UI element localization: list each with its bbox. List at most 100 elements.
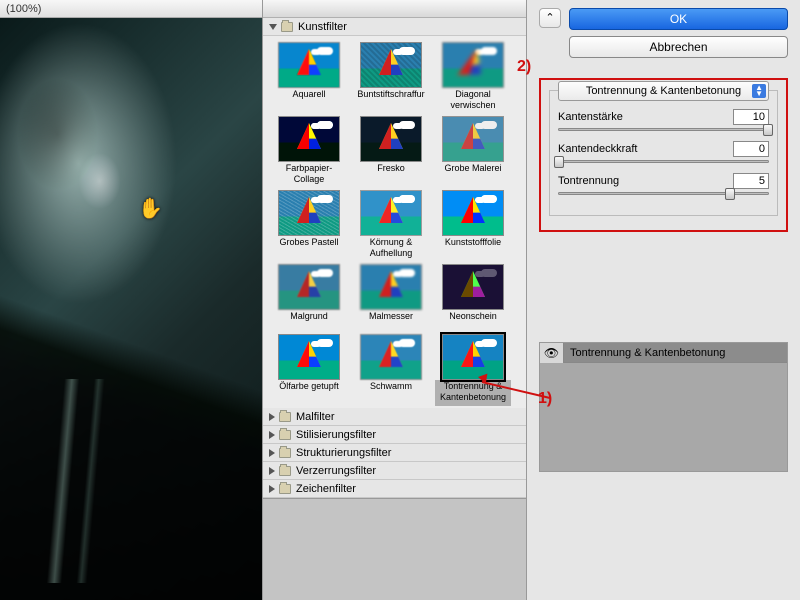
param-input-kantendeckkraft[interactable] [733,141,769,157]
filter-thumb-f-malg[interactable]: Malgrund [271,264,347,332]
thumb-label: Buntstiftschraffur [353,88,429,110]
effect-layer-name: Tontrennung & Kantenbetonung [564,343,787,362]
thumb-label: Aquarell [271,88,347,110]
thumb-image [360,264,422,310]
effect-layers-empty [540,363,787,471]
category-kunstfilter[interactable]: Kunstfilter [263,18,526,36]
thumb-label: Farbpapier-Collage [271,162,347,188]
thumb-label: Malmesser [353,310,429,332]
filter-thumb-f-bunt[interactable]: Buntstiftschraffur [353,42,429,114]
thumb-image [442,264,504,310]
thumb-label: Grobe Malerei [435,162,511,184]
thumb-label: Grobes Pastell [271,236,347,258]
param-kantenstaerke: Kantenstärke [558,109,769,131]
filter-thumb-f-farb[interactable]: Farbpapier-Collage [271,116,347,188]
param-kantendeckkraft: Kantendeckkraft [558,141,769,163]
filter-thumb-f-malm[interactable]: Malmesser [353,264,429,332]
thumb-image [278,190,340,236]
filter-thumb-f-kunst[interactable]: Kunststofffolie [435,190,511,262]
thumb-label: Fresko [353,162,429,184]
effect-layer-row[interactable]: 👁 Tontrennung & Kantenbetonung [540,343,787,363]
param-label: Kantendeckkraft [558,143,638,155]
filter-settings-panel: ⌃ OK Abbrechen 2) Tontrennung & Kantenbe… [527,0,800,600]
slider-tontrennung[interactable] [558,192,769,195]
thumb-image [360,334,422,380]
thumb-label: Schwamm [353,380,429,402]
window-titlebar: (100%) [0,0,262,18]
category-label: Verzerrungsfilter [296,465,376,477]
filter-select-dropdown[interactable]: Tontrennung & Kantenbetonung ▲▼ [558,81,769,101]
category-label: Strukturierungsfilter [296,447,391,459]
filter-thumb-f-neon[interactable]: Neonschein [435,264,511,332]
thumb-image [442,334,504,380]
disclosure-right-icon [269,467,275,475]
filter-thumb-f-grob[interactable]: Grobe Malerei [435,116,511,188]
filter-select-label: Tontrennung & Kantenbetonung [586,85,741,97]
thumb-label: Diagonal verwischen [435,88,511,114]
slider-thumb[interactable] [763,124,773,136]
disclosure-right-icon [269,413,275,421]
category-label: Malfilter [296,411,335,423]
visibility-eye-icon[interactable]: 👁 [540,343,564,363]
param-label: Kantenstärke [558,111,623,123]
ok-button[interactable]: OK [569,8,788,30]
slider-kantenstaerke[interactable] [558,128,769,131]
param-tontrennung: Tontrennung [558,173,769,195]
dropdown-chevrons-icon: ▲▼ [755,85,763,97]
category-verzerrungsfilter[interactable]: Verzerrungsfilter [263,462,526,480]
filter-thumb-f-oel[interactable]: Ölfarbe getupft [271,334,347,406]
thumb-image [442,190,504,236]
folder-icon [279,484,291,494]
slider-thumb[interactable] [725,188,735,200]
category-label: Stilisierungsfilter [296,429,376,441]
param-label: Tontrennung [558,175,619,187]
category-zeichenfilter[interactable]: Zeichenfilter [263,480,526,498]
param-input-tontrennung[interactable] [733,173,769,189]
thumb-label: Malgrund [271,310,347,332]
folder-icon [279,430,291,440]
category-strukturierungsfilter[interactable]: Strukturierungsfilter [263,444,526,462]
disclosure-down-icon [269,24,277,30]
filter-thumb-f-fresko[interactable]: Fresko [353,116,429,188]
effect-layers-panel: 👁 Tontrennung & Kantenbetonung [539,342,788,472]
folder-icon [279,412,291,422]
filter-thumb-f-tont[interactable]: Tontrennung & Kantenbetonung [435,334,511,406]
folder-icon [279,448,291,458]
thumb-image [278,264,340,310]
folder-icon [281,22,293,32]
category-malfilter[interactable]: Malfilter [263,408,526,426]
disclosure-right-icon [269,485,275,493]
category-label: Zeichenfilter [296,483,356,495]
gallery-empty-area [263,498,526,600]
filter-preview-canvas[interactable]: ✋ [0,18,262,600]
cancel-button[interactable]: Abbrechen [569,36,788,58]
hand-cursor-icon: ✋ [138,196,163,221]
disclosure-right-icon [269,449,275,457]
filter-options-fieldset: Tontrennung & Kantenbetonung ▲▼ Kantenst… [549,90,778,216]
filter-thumb-f-diag[interactable]: Diagonal verwischen [435,42,511,114]
disclosure-right-icon [269,431,275,439]
thumb-image [278,334,340,380]
annotation-2: 2) [517,58,531,76]
folder-icon [279,466,291,476]
gallery-header [263,0,526,18]
thumb-image [360,116,422,162]
filter-thumbnail-grid: Aquarell Buntstiftschraffur Diagonal verwi… [263,36,526,408]
thumb-image [278,116,340,162]
param-input-kantenstaerke[interactable] [733,109,769,125]
category-stilisierungsfilter[interactable]: Stilisierungsfilter [263,426,526,444]
filter-thumb-f-schw[interactable]: Schwamm [353,334,429,406]
slider-kantendeckkraft[interactable] [558,160,769,163]
thumb-label: Ölfarbe getupft [271,380,347,402]
collapse-button[interactable]: ⌃ [539,8,561,28]
filter-thumb-f-pastell[interactable]: Grobes Pastell [271,190,347,262]
slider-thumb[interactable] [554,156,564,168]
thumb-label: Körnung & Aufhellung [353,236,429,262]
thumb-label: Kunststofffolie [435,236,511,258]
filter-gallery-panel: Kunstfilter Aquarell Buntstiftschraffur Di… [262,0,527,600]
filter-thumb-f-aquarell[interactable]: Aquarell [271,42,347,114]
category-label: Kunstfilter [298,21,347,33]
thumb-label: Neonschein [435,310,511,332]
annotation-1: 1) [538,390,552,408]
filter-thumb-f-korn[interactable]: Körnung & Aufhellung [353,190,429,262]
